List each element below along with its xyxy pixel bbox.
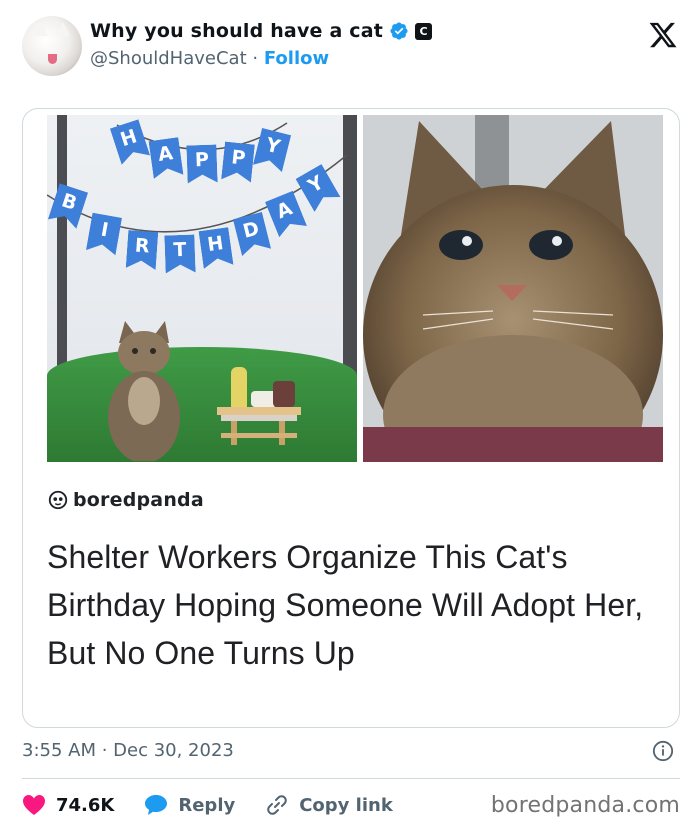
source-name: boredpanda bbox=[73, 489, 204, 511]
tabby-cat-face bbox=[363, 115, 663, 462]
divider bbox=[22, 778, 680, 779]
follow-button[interactable]: Follow bbox=[264, 48, 329, 69]
happy-birthday-banner: H A P P Y B I R T H D A Y bbox=[47, 115, 357, 315]
action-bar: 74.6K Reply Copy link bbox=[22, 793, 423, 817]
like-count: 74.6K bbox=[56, 794, 115, 816]
watermark: boredpanda.com bbox=[490, 793, 680, 818]
tabby-cat-sitting bbox=[108, 321, 180, 461]
like-button[interactable]: 74.6K bbox=[22, 794, 114, 816]
verified-badge-icon bbox=[390, 22, 408, 40]
article-headline[interactable]: Shelter Workers Organize This Cat's Birt… bbox=[47, 533, 647, 677]
avatar-tongue bbox=[48, 54, 57, 64]
boredpanda-logo-icon bbox=[48, 490, 68, 510]
avatar[interactable] bbox=[22, 16, 82, 76]
timestamp[interactable]: 3:55 AM · Dec 30, 2023 bbox=[22, 740, 234, 761]
x-logo-icon[interactable] bbox=[648, 20, 678, 50]
copy-link-button[interactable]: Copy link bbox=[265, 793, 393, 817]
reply-label: Reply bbox=[178, 794, 236, 816]
avatar-ear-right bbox=[56, 22, 70, 36]
info-icon[interactable] bbox=[652, 740, 674, 762]
affiliation-badge[interactable]: C bbox=[415, 22, 433, 40]
green-mat bbox=[47, 347, 357, 462]
separator: · bbox=[252, 48, 259, 69]
display-name[interactable]: Why you should have a cat bbox=[90, 20, 383, 42]
copy-link-label: Copy link bbox=[299, 794, 393, 816]
source-label[interactable]: boredpanda bbox=[47, 489, 204, 511]
link-card[interactable]: H A P P Y B I R T H D A Y boredpanda She… bbox=[22, 108, 680, 728]
birthday-party-photo: H A P P Y B I R T H D A Y bbox=[47, 115, 357, 462]
tweet-header: Why you should have a cat C @ShouldHaveC… bbox=[22, 16, 680, 78]
name-line: Why you should have a cat C bbox=[90, 20, 433, 42]
heart-icon bbox=[23, 795, 45, 815]
cat-closeup-photo bbox=[363, 115, 663, 462]
avatar-ear-left bbox=[34, 22, 48, 36]
handle[interactable]: @ShouldHaveCat bbox=[90, 48, 247, 69]
reply-button[interactable]: Reply bbox=[144, 794, 235, 816]
link-icon bbox=[267, 795, 287, 815]
reply-bubble-icon bbox=[145, 795, 168, 815]
handle-line: @ShouldHaveCat · Follow bbox=[90, 48, 329, 69]
picnic-table bbox=[217, 407, 301, 445]
chocolate-treat bbox=[273, 381, 295, 407]
wine-bottle bbox=[231, 367, 247, 409]
